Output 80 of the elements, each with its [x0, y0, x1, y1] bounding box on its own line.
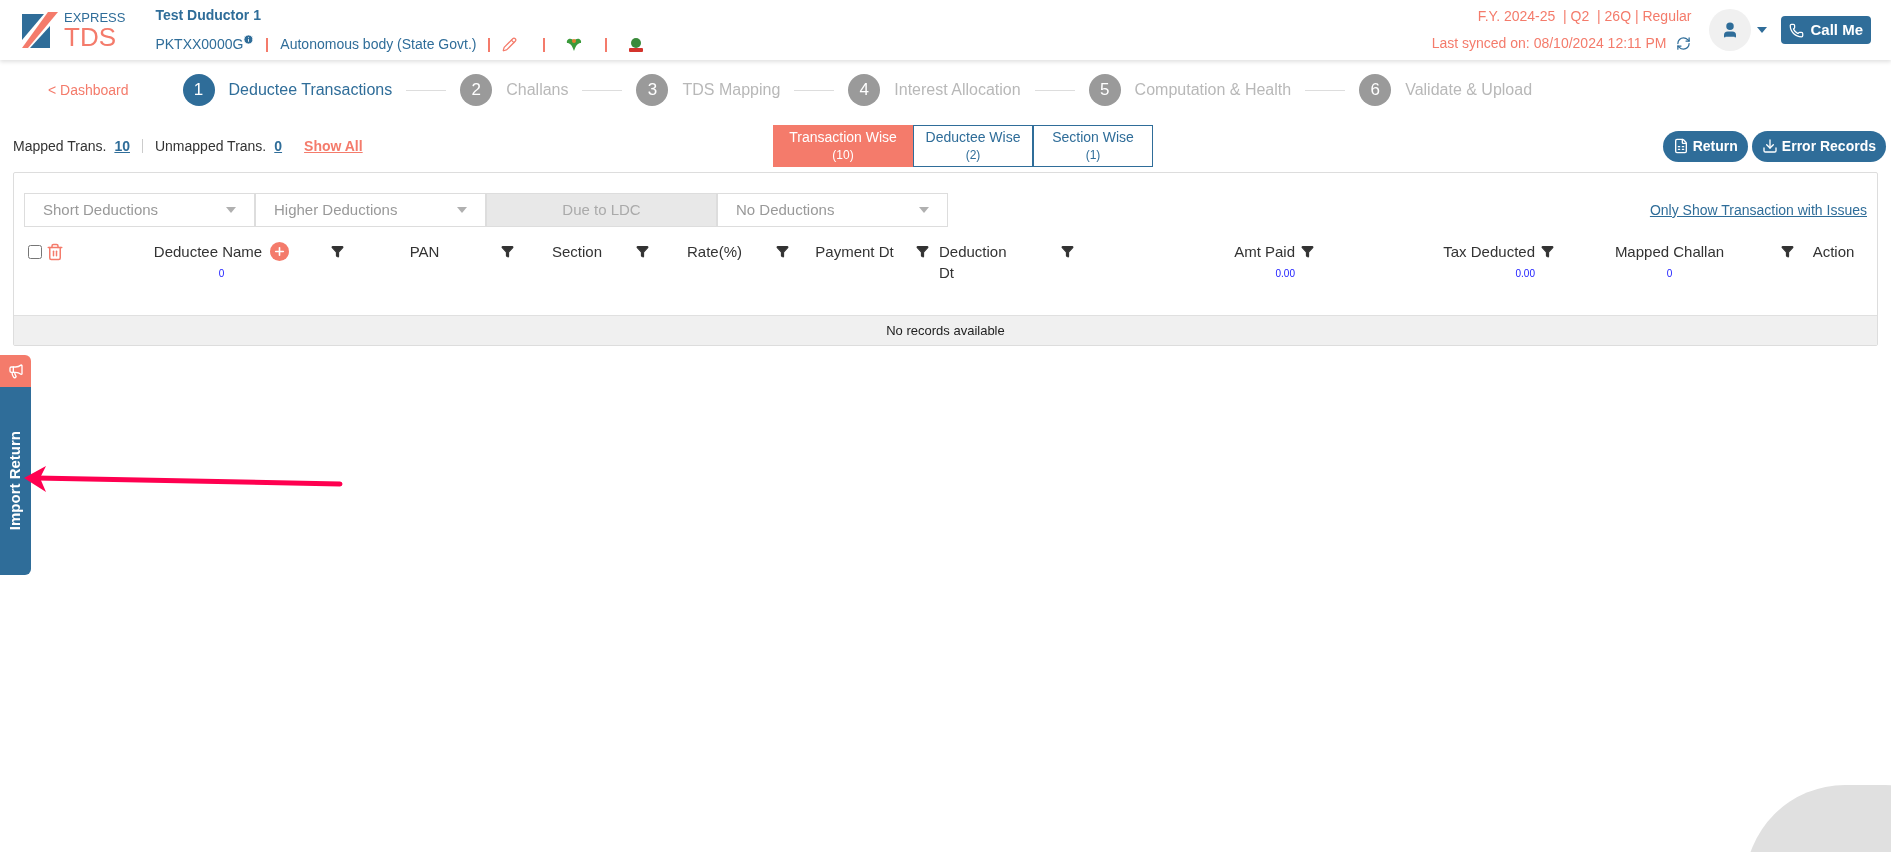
column-header: Tax Deducted [1443, 242, 1535, 262]
step-number[interactable]: 5 [1088, 74, 1121, 106]
step-label[interactable]: Challans [506, 78, 569, 102]
filter-icon[interactable] [331, 245, 344, 258]
column-header: Rate(%) [687, 242, 742, 262]
add-icon[interactable] [270, 242, 290, 261]
call-me-button[interactable]: Call Me [1781, 15, 1871, 45]
column-header: Payment Dt [815, 242, 894, 262]
info-icon[interactable] [243, 34, 255, 45]
filter-dropdown[interactable]: Higher Deductions [255, 193, 486, 227]
logo-text: TDS [64, 23, 116, 50]
column-total: 0 [1666, 267, 1673, 281]
deductor-name: Test Duductor 1 [155, 6, 262, 25]
step-label[interactable]: Interest Allocation [894, 78, 1021, 102]
step-label[interactable]: Deductee Transactions [228, 78, 393, 102]
filter-icon[interactable] [636, 245, 649, 258]
empty-table-message: No records available [886, 321, 1005, 340]
filter-dropdown[interactable]: Short Deductions [24, 193, 255, 227]
caret-icon[interactable] [1757, 27, 1768, 33]
step-number[interactable]: 4 [848, 74, 881, 106]
dashboard-link[interactable]: < Dashboard [48, 79, 129, 101]
column-header: Amt Paid [1234, 242, 1295, 262]
column-header: Deductee Name [153, 242, 263, 262]
step-label[interactable]: Computation & Health [1134, 78, 1292, 102]
view-tab[interactable]: Transaction Wise (10) [773, 125, 913, 167]
caret-icon [919, 207, 929, 213]
column-header: Section [551, 242, 602, 262]
filter-icon[interactable] [1541, 245, 1554, 258]
column-header: PAN [409, 242, 440, 262]
column-header: Action [1812, 242, 1855, 262]
step-number[interactable]: 2 [460, 74, 493, 106]
step-label[interactable]: Validate & Upload [1405, 78, 1533, 102]
filter-icon[interactable] [1781, 245, 1794, 258]
unmapped-count-link[interactable]: 0 [274, 135, 283, 157]
logo-text: EXPRESS [64, 10, 126, 24]
leaf-logo-icon[interactable] [565, 36, 584, 53]
step-number[interactable]: 3 [636, 74, 669, 106]
select-all-checkbox[interactable] [28, 245, 42, 259]
view-tab[interactable]: Section Wise (1) [1033, 125, 1153, 167]
caret-icon [226, 207, 236, 213]
emblem-icon[interactable] [627, 35, 646, 54]
column-header: Mapped Challan [1614, 242, 1725, 262]
step-label[interactable]: TDS Mapping [682, 78, 781, 102]
logo-mark-icon [20, 10, 60, 50]
mapped-count-link[interactable]: 10 [114, 135, 130, 157]
return-button[interactable]: Return [1662, 130, 1748, 162]
delete-icon[interactable] [46, 243, 64, 261]
announcement-tab[interactable] [0, 355, 31, 387]
mapped-label: Mapped Trans. [13, 136, 107, 156]
phone-icon [1789, 22, 1805, 38]
filter-icon[interactable] [916, 245, 929, 258]
unmapped-label: Unmapped Trans. [154, 136, 267, 156]
column-total: 0.00 [1275, 267, 1295, 281]
step-number[interactable]: 1 [182, 74, 215, 106]
express-tds-logo[interactable]: EXPRESS TDS [20, 10, 126, 50]
error-records-button[interactable]: Error Records [1751, 130, 1886, 162]
edit-icon[interactable] [502, 37, 518, 52]
user-avatar[interactable] [1709, 9, 1752, 51]
column-total: 0.00 [1515, 267, 1535, 281]
column-total: 0 [218, 267, 225, 281]
step-number[interactable]: 6 [1359, 74, 1392, 106]
filter-icon[interactable] [501, 245, 514, 258]
pan-number: PKTXX0000G [155, 35, 244, 54]
issues-filter-link[interactable]: Only Show Transaction with Issues [1649, 199, 1867, 221]
sync-icon[interactable] [1676, 36, 1692, 51]
caret-icon [457, 207, 467, 213]
return-info: F.Y. 2024-25 | Q2 | 26Q | Regular [1477, 7, 1692, 26]
spreadsheet-icon [1672, 138, 1689, 154]
import-return-tab[interactable]: Import Return [0, 387, 31, 575]
deductor-type: Autonomous body (State Govt.) [280, 35, 477, 54]
megaphone-icon [7, 363, 24, 379]
last-synced-text: Last synced on: 08/10/2024 12:11 PM [1431, 34, 1667, 53]
filter-icon[interactable] [1061, 245, 1074, 258]
filter-icon[interactable] [776, 245, 789, 258]
download-icon [1761, 138, 1778, 154]
view-tab[interactable]: Deductee Wise (2) [913, 125, 1033, 167]
show-all-link[interactable]: Show All [304, 135, 363, 157]
column-header: Deduction Dt [939, 242, 1008, 283]
filter-dropdown[interactable]: No Deductions [717, 193, 948, 227]
filter-icon[interactable] [1301, 245, 1314, 258]
